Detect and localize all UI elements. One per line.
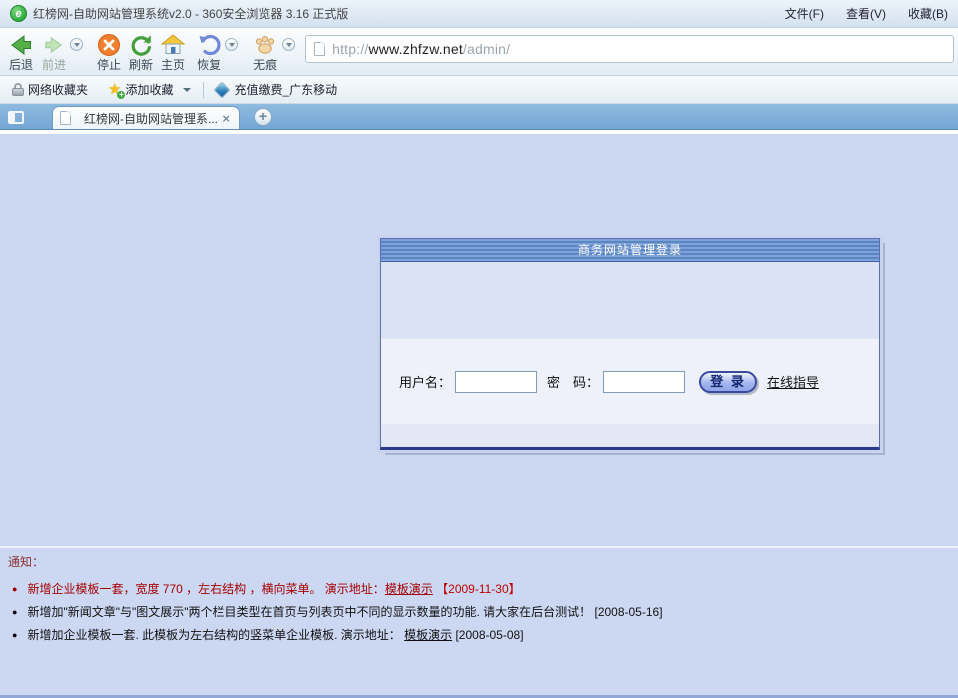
refresh-button[interactable]: 刷新	[125, 31, 157, 73]
menu-view[interactable]: 查看(V)	[846, 5, 886, 22]
url-text: http://www.zhfzw.net/admin/	[332, 41, 510, 57]
login-form: 用户名： 密 码： 登 录 在线指导	[381, 338, 879, 424]
title-bar: e 红榜网-自助网站管理系统v2.0 - 360安全浏览器 3.16 正式版 文…	[0, 0, 958, 28]
back-arrow-icon	[8, 32, 34, 58]
add-favorite-label: 添加收藏	[125, 81, 173, 98]
home-icon	[161, 32, 185, 58]
add-favorite-caret-icon[interactable]	[183, 88, 191, 92]
restore-button[interactable]: 恢复	[193, 31, 225, 73]
restore-label: 恢复	[197, 58, 221, 72]
username-input[interactable]	[455, 371, 537, 393]
login-panel-banner	[381, 262, 879, 338]
notice-text: 新增加"新闻文章"与"图文展示"两个栏目类型在首页与列表页中不同的显示数量的功能…	[27, 602, 662, 622]
forward-arrow-icon	[42, 32, 66, 58]
history-dropdown-icon[interactable]	[70, 38, 83, 51]
notice-item: ● 新增加企业模板一套. 此模板为左右结构的竖菜单企业模板. 演示地址： 模板演…	[8, 625, 948, 645]
incognito-button[interactable]: 无痕	[248, 31, 282, 73]
notice-item: ● 新增加"新闻文章"与"图文展示"两个栏目类型在首页与列表页中不同的显示数量的…	[8, 602, 948, 622]
add-favorite-button[interactable]: ★+ 添加收藏	[102, 78, 197, 101]
menu-file[interactable]: 文件(F)	[785, 5, 824, 22]
network-favorites-button[interactable]: 网络收藏夹	[6, 78, 94, 101]
refresh-label: 刷新	[129, 58, 153, 72]
lock-icon	[12, 83, 24, 96]
bookmarks-separator	[203, 82, 204, 98]
stop-button[interactable]: 停止	[93, 31, 125, 73]
content-separator	[0, 546, 958, 548]
bookmarks-bar: 网络收藏夹 ★+ 添加收藏 充值缴费_广东移动	[0, 76, 958, 104]
stop-label: 停止	[97, 58, 121, 72]
back-button[interactable]: 后退	[4, 31, 38, 73]
page-icon	[314, 42, 325, 56]
tab-bar: 红榜网-自助网站管理系... × +	[0, 104, 958, 130]
notice-heading: 通知：	[8, 553, 948, 570]
network-favorites-label: 网络收藏夹	[28, 81, 88, 98]
new-tab-button[interactable]: +	[254, 108, 272, 126]
login-panel-footer	[381, 424, 879, 446]
forward-label: 前进	[42, 58, 66, 72]
password-label: 密 码：	[547, 372, 599, 391]
incognito-dropdown-icon[interactable]	[282, 38, 295, 51]
login-button[interactable]: 登 录	[699, 371, 757, 393]
login-panel: 商务网站管理登录 用户名： 密 码： 登 录 在线指导	[380, 238, 880, 450]
restore-arrow-icon	[197, 32, 221, 58]
back-label: 后退	[9, 58, 33, 72]
bullet-icon: ●	[12, 602, 17, 622]
forward-button[interactable]: 前进	[38, 31, 70, 73]
bookmark-item-label: 充值缴费_广东移动	[234, 81, 337, 98]
tab-active[interactable]: 红榜网-自助网站管理系... ×	[52, 106, 240, 129]
star-plus-icon: ★+	[108, 83, 121, 97]
refresh-icon	[129, 32, 153, 58]
username-label: 用户名：	[399, 372, 451, 391]
browser-window: e 红榜网-自助网站管理系统v2.0 - 360安全浏览器 3.16 正式版 文…	[0, 0, 958, 698]
paw-icon	[252, 32, 278, 58]
page-content: 商务网站管理登录 用户名： 密 码： 登 录 在线指导 通知： ● 新增企业模板…	[0, 134, 958, 698]
login-panel-title: 商务网站管理登录	[381, 239, 879, 262]
notice-section: 通知： ● 新增企业模板一套，宽度 770 ，左右结构 ，横向菜单。 演示地址：…	[8, 553, 948, 648]
demo-link[interactable]: 模板演示	[404, 628, 452, 642]
incognito-label: 无痕	[253, 58, 277, 72]
home-label: 主页	[161, 58, 185, 72]
stop-icon	[97, 32, 121, 58]
password-input[interactable]	[603, 371, 685, 393]
notice-item: ● 新增企业模板一套，宽度 770 ，左右结构 ，横向菜单。 演示地址：模板演示…	[8, 579, 948, 599]
tab-list-icon[interactable]	[8, 111, 24, 124]
home-button[interactable]: 主页	[157, 31, 189, 73]
china-mobile-icon	[214, 81, 231, 98]
url-host: www.zhfzw.net	[369, 41, 463, 57]
bullet-icon: ●	[12, 579, 17, 599]
tab-page-icon	[60, 111, 71, 125]
browser-logo-icon: e	[10, 5, 27, 22]
restore-dropdown-icon[interactable]	[225, 38, 238, 51]
url-path: /admin/	[463, 41, 510, 57]
navigation-toolbar: 后退 前进 停止 刷新	[0, 28, 958, 76]
url-scheme: http://	[332, 41, 368, 57]
address-bar[interactable]: http://www.zhfzw.net/admin/	[305, 35, 954, 63]
notice-text: 新增企业模板一套，宽度 770 ，左右结构 ，横向菜单。 演示地址：模板演示 【…	[27, 579, 520, 599]
notice-text: 新增加企业模板一套. 此模板为左右结构的竖菜单企业模板. 演示地址： 模板演示 …	[27, 625, 523, 645]
tab-title: 红榜网-自助网站管理系...	[84, 110, 220, 127]
tab-close-icon[interactable]: ×	[220, 112, 232, 125]
bookmark-item-recharge[interactable]: 充值缴费_广东移动	[210, 78, 343, 101]
bullet-icon: ●	[12, 625, 17, 645]
online-guide-link[interactable]: 在线指导	[767, 372, 819, 391]
menu-bar: 文件(F) 查看(V) 收藏(B)	[785, 5, 948, 22]
window-title: 红榜网-自助网站管理系统v2.0 - 360安全浏览器 3.16 正式版	[33, 5, 348, 22]
demo-link[interactable]: 模板演示	[385, 582, 433, 596]
menu-favorites[interactable]: 收藏(B)	[908, 5, 948, 22]
